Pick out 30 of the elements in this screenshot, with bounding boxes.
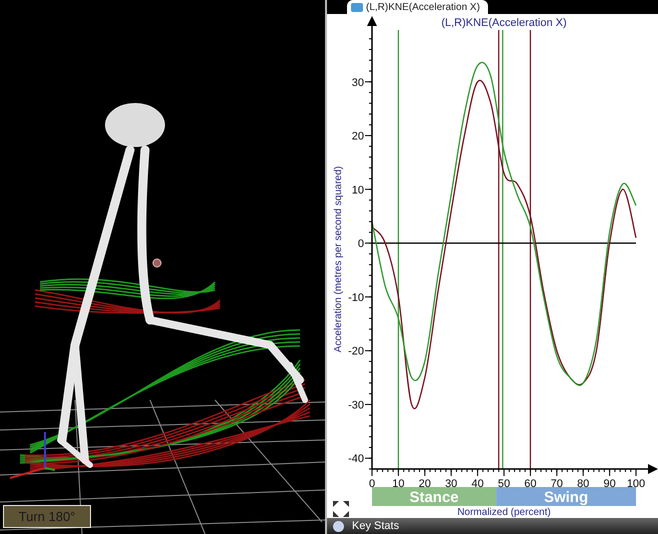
x-tick-label: 50 <box>498 478 510 490</box>
y-tick-label: 30 <box>352 76 364 89</box>
y-tick-label: 20 <box>352 130 364 143</box>
x-tick-label: 40 <box>471 478 484 490</box>
x-axis-title: Normalized (percent) <box>457 507 551 518</box>
y-tick-label: -20 <box>348 346 364 358</box>
x-tick-label: 10 <box>392 478 405 490</box>
x-tick-label: 20 <box>418 478 431 490</box>
phase-label: Stance <box>409 489 459 506</box>
x-tick-label: 70 <box>550 478 563 490</box>
chart-title: (L,R)KNE(Acceleration X) <box>441 17 567 29</box>
x-tick-label: 90 <box>603 478 616 490</box>
phase-label: Swing <box>544 489 588 506</box>
x-tick-label: 60 <box>524 478 537 490</box>
y-tick-label: -10 <box>348 292 364 304</box>
axis-triad-icon <box>10 432 56 479</box>
chart-tab-icon <box>351 2 363 12</box>
y-axis-title: Acceleration (metres per second squared) <box>333 166 344 352</box>
x-tick-label: 0 <box>368 478 376 490</box>
key-stats-bar[interactable]: Key Stats <box>327 518 658 534</box>
x-tick-label: 30 <box>445 478 458 490</box>
x-tick-label: 100 <box>626 478 646 490</box>
expand-icon[interactable] <box>333 501 349 517</box>
y-tick-label: -30 <box>348 399 364 412</box>
target-marker-icon <box>152 258 162 268</box>
y-tick-label: -40 <box>348 453 364 466</box>
y-tick-label: 10 <box>352 184 364 196</box>
x-tick-label: 80 <box>577 478 590 490</box>
chart-tab[interactable]: (L,R)KNE(Acceleration X) <box>347 0 488 14</box>
y-tick-label: 0 <box>358 238 364 250</box>
